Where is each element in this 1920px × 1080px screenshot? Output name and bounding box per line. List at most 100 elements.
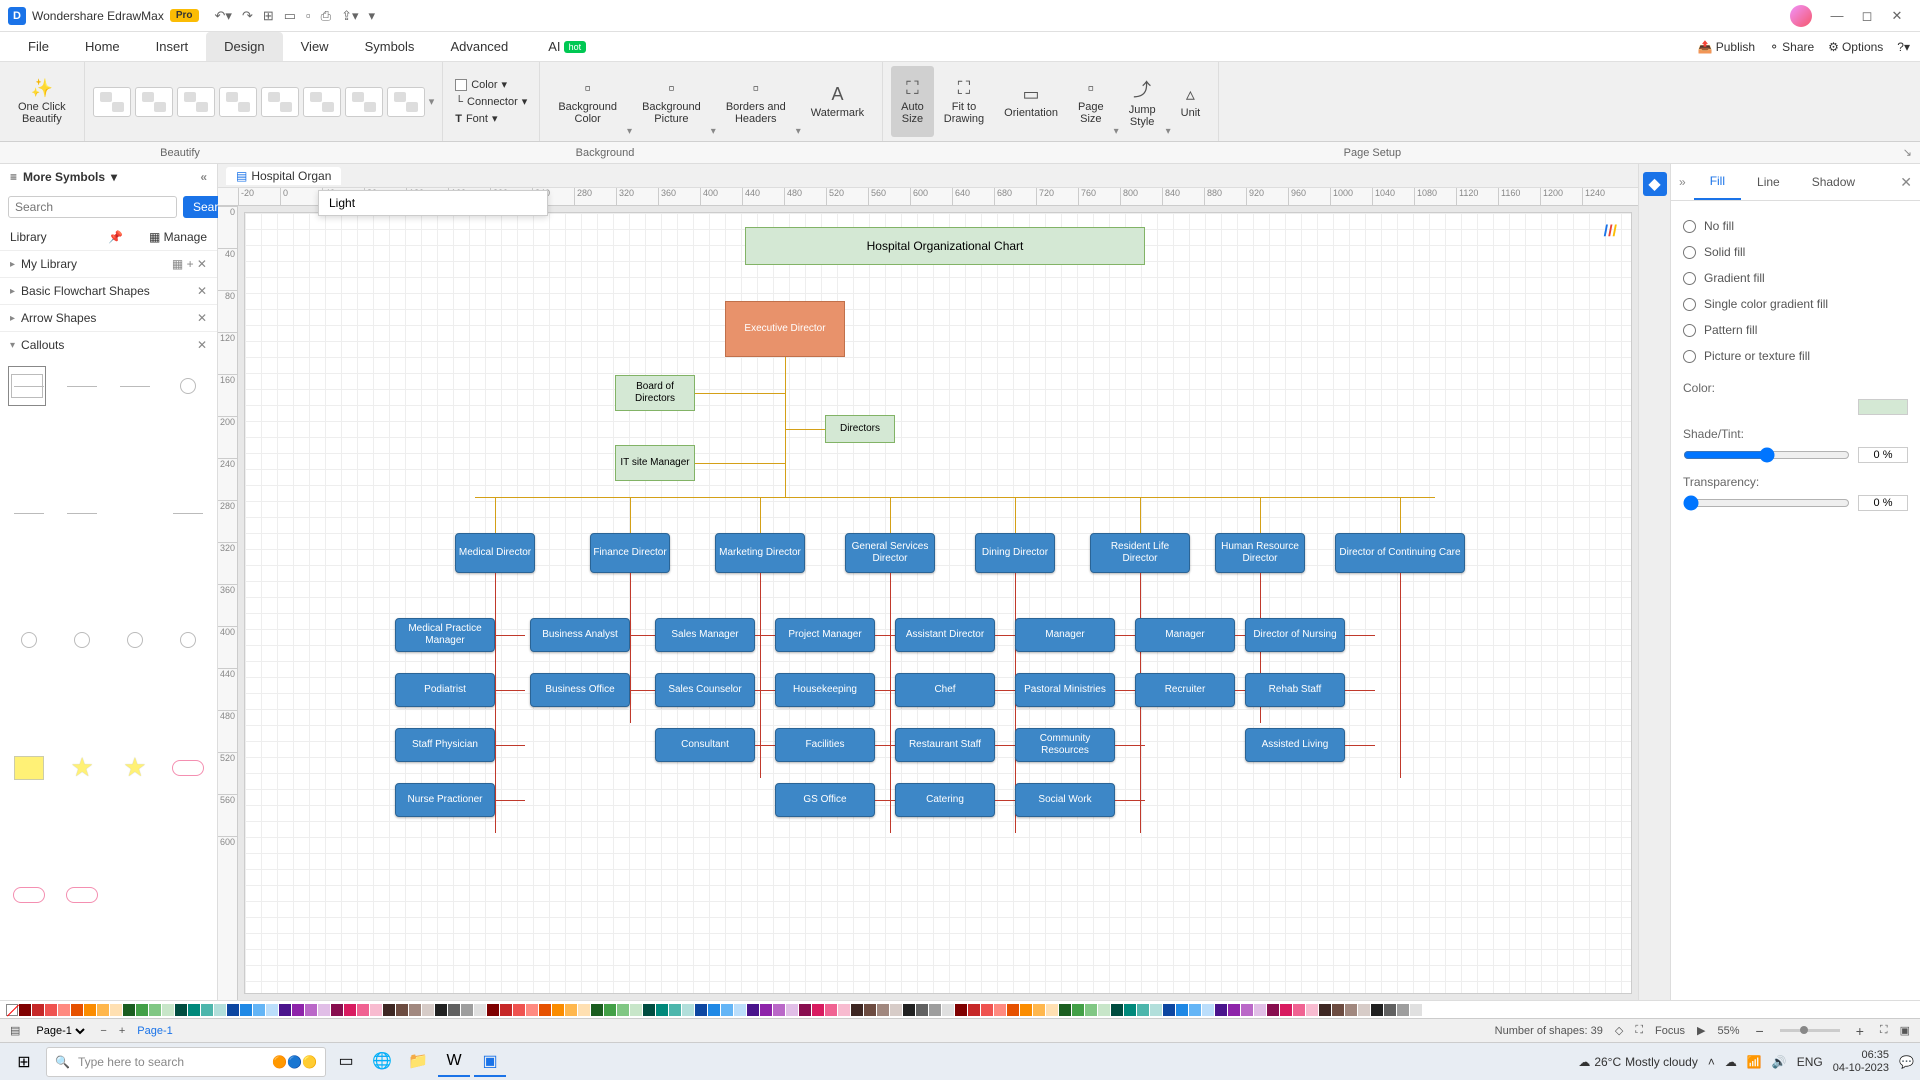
color-swatch[interactable] <box>1371 1004 1383 1016</box>
shape-thumb[interactable] <box>61 748 104 788</box>
color-swatch[interactable] <box>513 1004 525 1016</box>
pin-icon[interactable]: 📌 <box>108 230 123 244</box>
color-swatch[interactable] <box>604 1004 616 1016</box>
color-swatch[interactable] <box>1241 1004 1253 1016</box>
node-2-0[interactable]: Sales Manager <box>655 618 755 652</box>
node-6-1[interactable]: Recruiter <box>1135 673 1235 707</box>
color-swatch[interactable] <box>1293 1004 1305 1016</box>
color-swatch[interactable] <box>214 1004 226 1016</box>
shape-thumb[interactable] <box>166 620 209 660</box>
style-preset-3[interactable] <box>177 87 215 117</box>
jump-style-button[interactable]: ⤴Jump Style <box>1119 66 1166 137</box>
help-icon[interactable]: ?▾ <box>1897 40 1910 54</box>
color-swatch[interactable] <box>136 1004 148 1016</box>
fill-opt-pattern[interactable]: Pattern fill <box>1683 317 1908 343</box>
menu-advanced[interactable]: Advanced <box>432 32 526 61</box>
color-swatch[interactable] <box>929 1004 941 1016</box>
font-menu[interactable]: T Font▾ <box>451 110 531 127</box>
shape-thumb[interactable] <box>114 620 157 660</box>
color-swatch[interactable] <box>851 1004 863 1016</box>
color-swatch[interactable] <box>773 1004 785 1016</box>
shape-thumb[interactable] <box>166 366 209 406</box>
zoom-slider[interactable] <box>1780 1029 1840 1032</box>
director-0[interactable]: Medical Director <box>455 533 535 573</box>
color-swatch[interactable] <box>240 1004 252 1016</box>
node-0-3[interactable]: Nurse Practioner <box>395 783 495 817</box>
shape-thumb[interactable] <box>61 875 104 915</box>
color-swatch[interactable] <box>162 1004 174 1016</box>
node-5-0[interactable]: Manager <box>1015 618 1115 652</box>
shape-thumb[interactable] <box>61 620 104 660</box>
section-arrow-shapes[interactable]: ▸Arrow Shapes✕ <box>0 304 217 331</box>
color-swatch[interactable] <box>461 1004 473 1016</box>
color-swatch[interactable] <box>1189 1004 1201 1016</box>
color-swatch[interactable] <box>318 1004 330 1016</box>
color-swatch[interactable] <box>409 1004 421 1016</box>
menu-file[interactable]: File <box>10 32 67 61</box>
shape-thumb[interactable] <box>114 366 157 406</box>
color-swatch[interactable] <box>708 1004 720 1016</box>
color-swatch[interactable] <box>500 1004 512 1016</box>
color-swatch[interactable] <box>682 1004 694 1016</box>
node-5-1[interactable]: Pastoral Ministries <box>1015 673 1115 707</box>
color-swatch[interactable] <box>1085 1004 1097 1016</box>
fill-opt-solid[interactable]: Solid fill <box>1683 239 1908 265</box>
auto-size-button[interactable]: ⛶Auto Size <box>891 66 934 137</box>
color-swatch[interactable] <box>1319 1004 1331 1016</box>
board-directors[interactable]: Board of Directors <box>615 375 695 411</box>
doc-tab[interactable]: ▤Hospital Organ <box>226 167 341 185</box>
color-swatch[interactable] <box>1033 1004 1045 1016</box>
export-icon[interactable]: ⇪▾ <box>341 8 358 24</box>
color-swatch[interactable] <box>435 1004 447 1016</box>
shape-thumb[interactable] <box>8 748 51 788</box>
org-title[interactable]: Hospital Organizational Chart <box>745 227 1145 265</box>
theme-dropdown[interactable]: Light <box>318 190 548 216</box>
color-swatch[interactable] <box>786 1004 798 1016</box>
color-swatch[interactable] <box>1124 1004 1136 1016</box>
close-section-icon[interactable]: ✕ <box>197 284 207 298</box>
bg-picture-button[interactable]: ▫Background Picture <box>632 66 711 137</box>
canvas[interactable]: /// Hospital Organizational ChartExecuti… <box>244 212 1632 994</box>
fullscreen-icon[interactable]: ▣ <box>1900 1024 1910 1037</box>
shade-slider[interactable] <box>1683 447 1850 463</box>
color-swatch[interactable] <box>1254 1004 1266 1016</box>
color-swatch[interactable] <box>448 1004 460 1016</box>
node-3-1[interactable]: Housekeeping <box>775 673 875 707</box>
director-2[interactable]: Marketing Director <box>715 533 805 573</box>
unit-button[interactable]: ▵Unit <box>1171 66 1211 137</box>
color-swatch[interactable] <box>669 1004 681 1016</box>
node-0-2[interactable]: Staff Physician <box>395 728 495 762</box>
color-swatch[interactable] <box>253 1004 265 1016</box>
color-swatch[interactable] <box>812 1004 824 1016</box>
style-more-icon[interactable]: ▾ <box>429 95 435 108</box>
color-swatch[interactable] <box>396 1004 408 1016</box>
tray-lang-icon[interactable]: ENG <box>1797 1055 1823 1069</box>
color-swatch[interactable] <box>877 1004 889 1016</box>
color-swatch[interactable] <box>1072 1004 1084 1016</box>
node-3-2[interactable]: Facilities <box>775 728 875 762</box>
start-button[interactable]: ⊞ <box>6 1047 42 1077</box>
page-tab[interactable]: Page-1 <box>137 1025 172 1037</box>
share-button[interactable]: ⚬ Share <box>1769 40 1814 54</box>
shape-thumb[interactable] <box>114 493 157 533</box>
tray-volume-icon[interactable]: 🔊 <box>1772 1055 1787 1069</box>
exec-director[interactable]: Executive Director <box>725 301 845 357</box>
node-0-1[interactable]: Podiatrist <box>395 673 495 707</box>
new-icon[interactable]: ⊞ <box>263 8 274 24</box>
color-swatch[interactable] <box>84 1004 96 1016</box>
color-swatch[interactable] <box>916 1004 928 1016</box>
hamburger-icon[interactable]: ≡ <box>10 170 17 184</box>
color-swatch[interactable] <box>1059 1004 1071 1016</box>
color-swatch[interactable] <box>734 1004 746 1016</box>
no-fill-swatch[interactable] <box>6 1004 18 1016</box>
node-2-2[interactable]: Consultant <box>655 728 755 762</box>
shape-thumb[interactable] <box>61 493 104 533</box>
tray-wifi-icon[interactable]: 📶 <box>1747 1055 1762 1069</box>
color-swatch[interactable] <box>643 1004 655 1016</box>
color-swatch[interactable] <box>825 1004 837 1016</box>
color-swatch[interactable] <box>552 1004 564 1016</box>
color-swatch[interactable] <box>1150 1004 1162 1016</box>
zoom-out-icon[interactable]: − <box>1752 1023 1768 1039</box>
color-swatch[interactable] <box>1046 1004 1058 1016</box>
color-swatch[interactable] <box>760 1004 772 1016</box>
